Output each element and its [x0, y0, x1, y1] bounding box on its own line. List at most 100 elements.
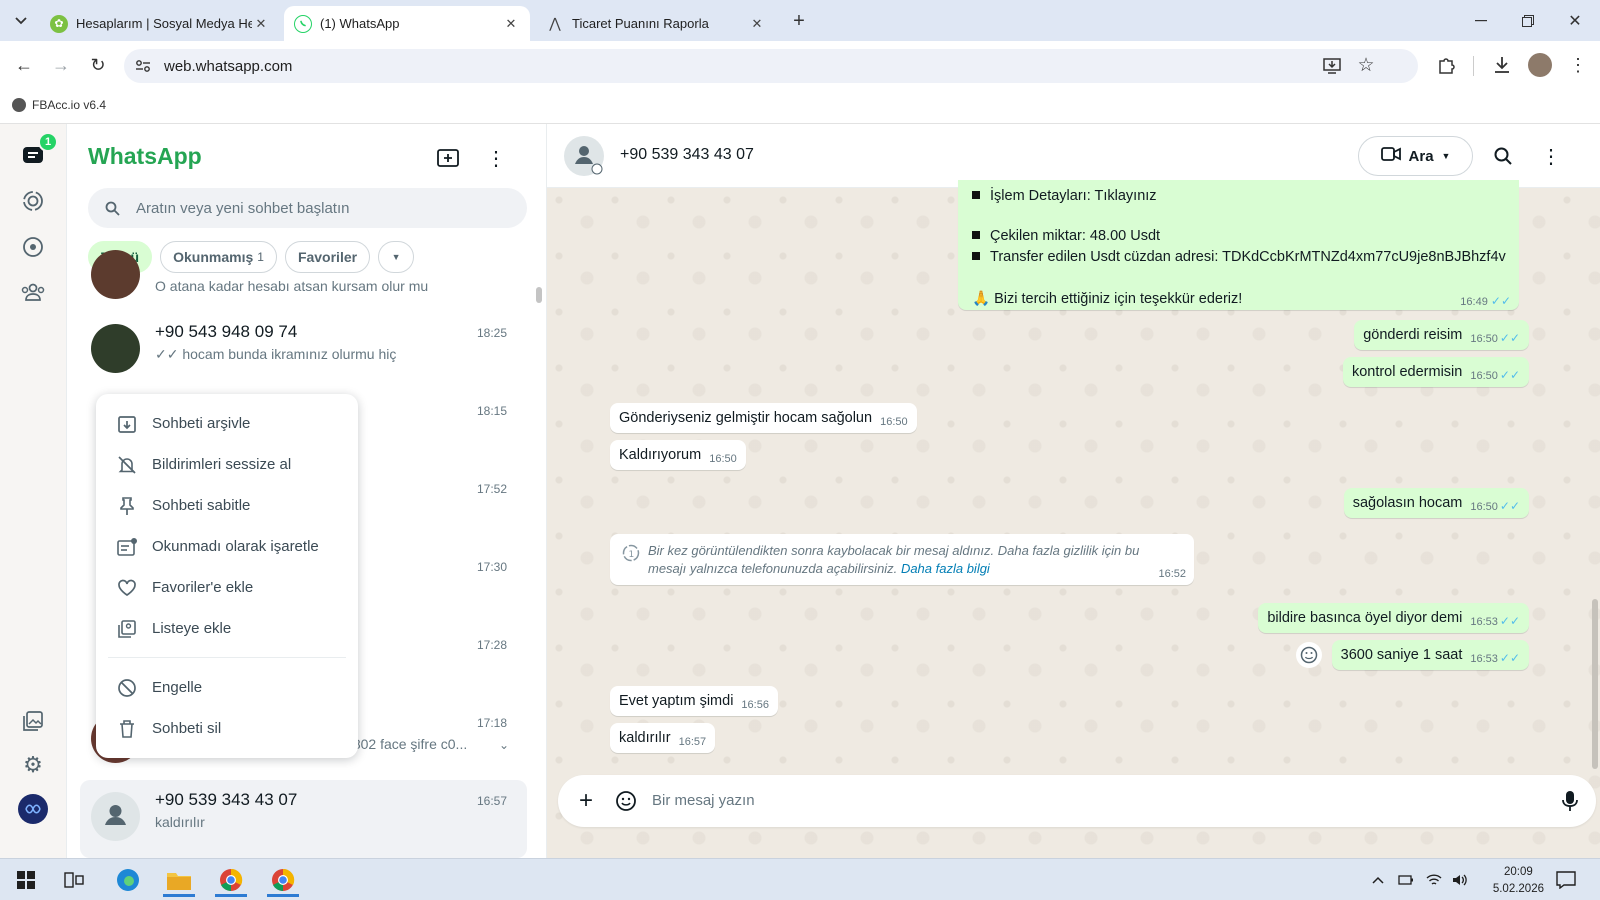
profile-avatar[interactable]: [1528, 53, 1552, 77]
chat-row[interactable]: O atana kadar hesabı atsan kursam olur m…: [80, 250, 527, 304]
back-arrow-icon[interactable]: ←: [12, 53, 36, 77]
volume-icon[interactable]: [1450, 863, 1470, 897]
tab-ticaret-puani[interactable]: ⋀ Ticaret Puanını Raporla ✕: [536, 6, 776, 41]
chat-list-scrollbar[interactable]: [536, 287, 542, 303]
address-bar[interactable]: web.whatsapp.com ☆: [124, 49, 1418, 83]
communities-icon[interactable]: [18, 277, 48, 307]
menu-item-pin[interactable]: Sohbeti sabitle: [96, 485, 358, 526]
message-bubble-out[interactable]: 3600 saniye 1 saat 16:53 ✓✓: [1331, 640, 1529, 670]
message-bubble-in[interactable]: Gönderiyseniz gelmiştir hocam sağolun 16:…: [610, 403, 917, 433]
message-bubble-out[interactable]: İşlem Detayları: Tıklayınız Çekilen mikt…: [958, 180, 1519, 310]
message-bubble-in[interactable]: Evet yaptım şimdi 16:56: [610, 686, 778, 716]
tab-close-icon[interactable]: ✕: [748, 16, 766, 32]
svg-text:1: 1: [629, 550, 635, 560]
forward-arrow-icon[interactable]: →: [49, 53, 73, 77]
tab-whatsapp[interactable]: (1) WhatsApp ✕: [284, 6, 530, 41]
message-time: 16:56: [741, 699, 769, 711]
chat-name: +90 539 343 43 07: [155, 790, 298, 809]
read-ticks-icon: ✓✓: [1499, 331, 1520, 345]
system-clock[interactable]: 20:09 5.02.2026: [1493, 864, 1544, 898]
chat-row-active[interactable]: +90 539 343 43 07 16:57 kaldırılır: [80, 780, 527, 858]
reload-icon[interactable]: ↻: [86, 53, 110, 77]
tab-sosyal-medya[interactable]: ✿ Hesaplarım | Sosyal Medya Hes ✕: [40, 6, 280, 41]
restore-window-icon[interactable]: [1517, 10, 1539, 32]
wifi-icon[interactable]: [1424, 863, 1444, 897]
default-avatar-icon[interactable]: [564, 136, 604, 176]
message-text: bildire basınca öyel diyor demi: [1267, 610, 1463, 626]
message-text: sağolasın hocam: [1352, 495, 1463, 511]
message-time: 16:50: [880, 416, 908, 428]
menu-item-add-to-list[interactable]: Listeye ekle: [96, 608, 358, 649]
menu-item-block[interactable]: Engelle: [96, 667, 358, 708]
chrome-profile-icon[interactable]: [265, 863, 301, 897]
battery-icon[interactable]: [1396, 863, 1416, 897]
system-message-text: Bir kez görüntülendikten sonra kaybolaca…: [648, 543, 1140, 576]
unread-badge: 1: [38, 132, 58, 152]
notifications-icon[interactable]: [1548, 863, 1584, 897]
tab-search-chevron-icon[interactable]: [10, 10, 32, 32]
menu-item-mark-unread[interactable]: Okunmadı olarak işaretle: [96, 526, 358, 567]
channels-icon[interactable]: [18, 232, 48, 262]
chat-row[interactable]: +90 543 948 09 74 18:25 ✓✓ hocam bunda i…: [80, 312, 527, 390]
edge-browser-icon[interactable]: [110, 863, 146, 897]
search-input[interactable]: Aratın veya yeni sohbet başlatın: [88, 188, 527, 228]
chat-time: 17:52: [476, 482, 507, 496]
bookmark-fbacc[interactable]: FBAcc.io v6.4: [12, 98, 106, 112]
learn-more-link[interactable]: Daha fazla bilgi: [901, 561, 990, 576]
microphone-icon[interactable]: [1558, 789, 1582, 813]
browser-menu-icon[interactable]: ⋮: [1566, 53, 1590, 77]
chat-options-chevron-icon[interactable]: ⌄: [499, 738, 509, 752]
file-explorer-icon[interactable]: [161, 863, 197, 897]
status-icon[interactable]: [18, 186, 48, 216]
tab-close-icon[interactable]: ✕: [252, 16, 270, 32]
menu-item-favorite[interactable]: Favoriler'e ekle: [96, 567, 358, 608]
conversation-menu-icon[interactable]: ⋮: [1539, 142, 1563, 170]
tray-overflow-chevron-icon[interactable]: [1368, 863, 1388, 897]
menu-item-label: Engelle: [152, 679, 203, 696]
site-info-icon[interactable]: [134, 57, 152, 75]
message-bubble-in[interactable]: kaldırılır 16:57: [610, 723, 716, 753]
message-bubble-out[interactable]: bildire basınca öyel diyor demi 16:53 ✓✓: [1258, 603, 1529, 633]
message-composer[interactable]: + Bir mesaj yazın: [558, 775, 1596, 827]
menu-item-delete[interactable]: Sohbeti sil: [96, 708, 358, 749]
view-once-system-message[interactable]: 1 Bir kez görüntülendikten sonra kaybola…: [610, 534, 1194, 585]
settings-gear-icon[interactable]: ⚙: [18, 750, 48, 780]
menu-item-label: Sohbeti arşivle: [152, 415, 251, 432]
chrome-icon[interactable]: [213, 863, 249, 897]
task-view-icon[interactable]: [56, 863, 92, 897]
message-bubble-in[interactable]: Kaldırıyorum 16:50: [610, 440, 746, 470]
install-app-icon[interactable]: [1322, 56, 1342, 76]
windows-start-icon[interactable]: [8, 863, 44, 897]
chat-time: 17:28: [476, 638, 507, 652]
extensions-puzzle-icon[interactable]: [1435, 53, 1459, 77]
message-bubble-out[interactable]: kontrol edermisin 16:50 ✓✓: [1342, 357, 1529, 387]
call-button[interactable]: Ara ▼: [1358, 136, 1473, 176]
clock-date: 5.02.2026: [1492, 883, 1544, 895]
downloads-icon[interactable]: [1490, 53, 1514, 77]
message-bubble-out[interactable]: gönderdi reisim 16:50 ✓✓: [1354, 320, 1529, 350]
menu-item-label: Listeye ekle: [152, 620, 232, 637]
attach-plus-icon[interactable]: +: [574, 787, 598, 814]
menu-item-mute[interactable]: Bildirimleri sessize al: [96, 444, 358, 485]
conversation-scrollbar[interactable]: [1592, 599, 1598, 769]
minimize-window-icon[interactable]: [1470, 10, 1492, 32]
message-time: 16:50: [1470, 370, 1498, 382]
menu-item-label: Sohbeti sil: [152, 720, 222, 737]
read-ticks-icon: ✓✓: [1499, 651, 1520, 665]
search-icon[interactable]: [1491, 144, 1515, 168]
menu-item-archive[interactable]: Sohbeti arşivle: [96, 403, 358, 444]
message-bubble-out[interactable]: sağolasın hocam 16:50 ✓✓: [1343, 488, 1529, 518]
bookmark-star-icon[interactable]: ☆: [1356, 55, 1376, 76]
sticker-emoji-icon[interactable]: [614, 789, 638, 813]
sidebar-menu-icon[interactable]: ⋮: [482, 144, 510, 172]
tab-close-icon[interactable]: ✕: [502, 16, 520, 32]
react-emoji-icon[interactable]: [1296, 642, 1322, 668]
close-window-icon[interactable]: ✕: [1564, 10, 1586, 32]
message-time: 16:49: [1460, 296, 1488, 308]
meta-ai-icon[interactable]: [18, 794, 48, 824]
new-tab-plus-icon[interactable]: +: [788, 10, 810, 32]
media-gallery-icon[interactable]: [18, 706, 48, 736]
new-chat-icon[interactable]: [434, 144, 462, 172]
conversation-header[interactable]: +90 539 343 43 07 Ara ▼ ⋮: [547, 124, 1600, 188]
message-input-placeholder: Bir mesaj yazın: [652, 792, 755, 809]
